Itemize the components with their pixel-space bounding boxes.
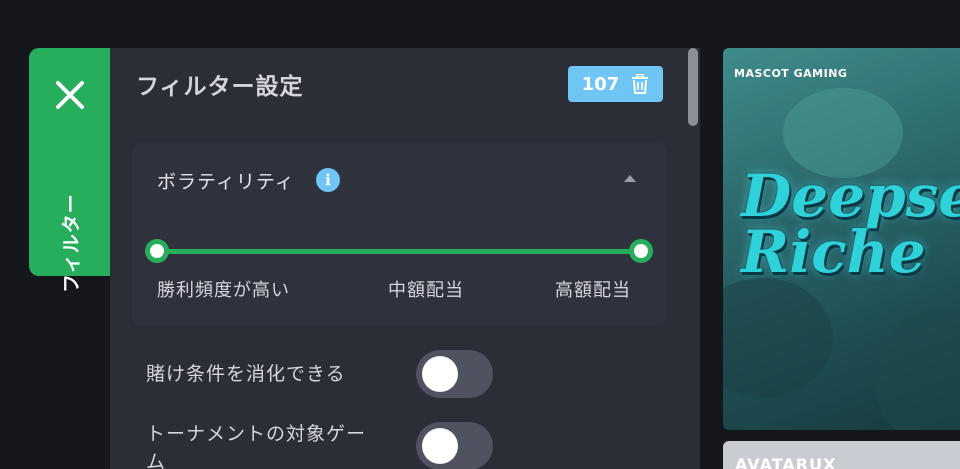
toggle-knob: [422, 356, 458, 392]
game-provider: AVATARUX: [735, 455, 837, 469]
game-card-deepsea-riches[interactable]: MASCOT GAMING Deepse Riche: [723, 48, 960, 430]
filter-tab[interactable]: フィルター: [29, 48, 111, 293]
scrollbar[interactable]: [688, 48, 698, 126]
filter-tab-label: フィルター: [60, 193, 83, 293]
info-icon[interactable]: i: [316, 168, 340, 192]
page: フィルター フィルター設定 107 ボラティリティ i 勝利頻度が高い 中額配当…: [0, 0, 960, 469]
volatility-slider-track[interactable]: [157, 249, 641, 254]
volatility-title[interactable]: ボラティリティ: [157, 167, 295, 194]
tournament-toggle-label: トーナメントの対象ゲー ム: [146, 423, 367, 469]
art-rock: [873, 308, 960, 430]
clear-filters-button[interactable]: 107: [568, 66, 663, 102]
close-icon[interactable]: [53, 78, 87, 112]
game-provider: MASCOT GAMING: [734, 67, 848, 80]
game-card-avatarux[interactable]: AVATARUX: [723, 441, 960, 469]
volatility-section: ボラティリティ i 勝利頻度が高い 中額配当 高額配当: [132, 143, 667, 325]
volatility-label-low: 勝利頻度が高い: [157, 280, 290, 301]
volatility-slider-max-handle[interactable]: [629, 239, 653, 263]
wagering-toggle-label: 賭け条件を消化できる: [146, 363, 346, 385]
result-count: 107: [581, 73, 620, 95]
filter-panel: フィルター設定 107 ボラティリティ i 勝利頻度が高い 中額配当 高額配当: [110, 48, 700, 469]
volatility-label-mid: 中額配当: [388, 280, 464, 301]
toggle-knob: [422, 428, 458, 464]
volatility-slider-min-handle[interactable]: [145, 239, 169, 263]
tournament-toggle[interactable]: [416, 422, 493, 469]
trash-icon: [632, 74, 649, 94]
art-rock: [723, 278, 833, 398]
volatility-label-high: 高額配当: [555, 280, 631, 301]
panel-title: フィルター設定: [136, 74, 304, 100]
wagering-toggle[interactable]: [416, 350, 493, 398]
chevron-up-icon[interactable]: [624, 175, 636, 182]
game-art-title: Deepse Riche: [741, 162, 960, 286]
